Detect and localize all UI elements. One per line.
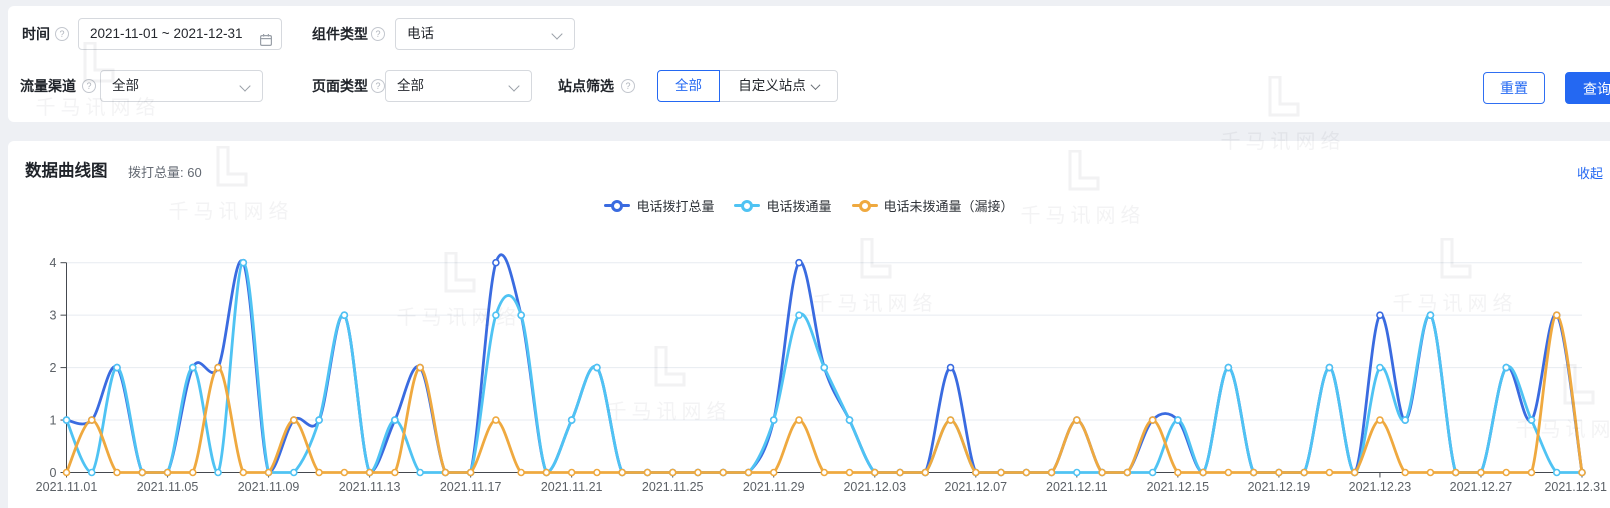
chevron-down-icon <box>239 80 251 92</box>
page-type-help-icon[interactable] <box>371 79 385 93</box>
legend-label: 电话拨通量 <box>766 199 832 214</box>
svg-text:2021.12.11: 2021.12.11 <box>1046 480 1108 494</box>
site-filter-all-option[interactable]: 全部 <box>657 70 720 102</box>
chevron-down-icon <box>508 80 520 92</box>
site-filter-segmented: 全部 自定义站点 <box>657 70 838 102</box>
legend-label: 电话拨打总量 <box>636 199 715 214</box>
date-range-value: 2021-11-01 ~ 2021-12-31 <box>90 26 243 41</box>
svg-text:4: 4 <box>50 256 57 270</box>
svg-text:1: 1 <box>50 414 57 428</box>
data-curve-card: 数据曲线图 拨打总量: 60 收起 电话拨打总量 电话拨通量 电话未拨通量（漏接… <box>8 141 1610 508</box>
traffic-channel-help-icon[interactable] <box>82 79 96 93</box>
svg-text:2021.11.17: 2021.11.17 <box>440 480 502 494</box>
line-marker-icon <box>734 199 761 212</box>
svg-text:2021.12.03: 2021.12.03 <box>843 480 906 494</box>
svg-text:2021.12.07: 2021.12.07 <box>945 480 1008 494</box>
svg-text:2: 2 <box>50 361 57 375</box>
svg-text:0: 0 <box>50 466 57 480</box>
component-type-value: 电话 <box>407 26 434 41</box>
site-filter-help-icon[interactable] <box>621 79 635 93</box>
svg-text:3: 3 <box>50 309 57 323</box>
component-type-help-icon[interactable] <box>371 27 385 41</box>
line-marker-icon <box>604 199 631 212</box>
page-type-value: 全部 <box>397 78 424 93</box>
site-filter-label: 站点筛选 <box>558 78 614 94</box>
time-filter-label: 时间 <box>22 26 50 42</box>
line-chart-plot[interactable]: 0 1 2 3 4 2021.11.01 2021.11.05 2021.11.09 2021.… <box>0 230 1610 508</box>
site-filter-custom-label: 自定义站点 <box>738 78 806 93</box>
line-marker-icon <box>851 199 878 212</box>
query-button[interactable]: 查询 <box>1565 72 1610 104</box>
svg-text:2021.12.23: 2021.12.23 <box>1349 480 1412 494</box>
chevron-down-icon <box>810 80 821 91</box>
traffic-channel-select[interactable]: 全部 <box>100 70 263 102</box>
legend-label: 电话未拨通量（漏接） <box>883 199 1014 214</box>
component-type-label: 组件类型 <box>312 26 368 42</box>
svg-text:2021.11.29: 2021.11.29 <box>743 480 805 494</box>
svg-text:2021.11.21: 2021.11.21 <box>541 480 603 494</box>
traffic-channel-label: 流量渠道 <box>20 78 76 94</box>
page-type-label: 页面类型 <box>312 78 368 94</box>
chart-legend: 电话拨打总量 电话拨通量 电话未拨通量（漏接） <box>8 196 1610 215</box>
svg-text:2021.11.25: 2021.11.25 <box>642 480 704 494</box>
svg-text:2021.12.15: 2021.12.15 <box>1147 480 1210 494</box>
site-filter-custom-option[interactable]: 自定义站点 <box>720 70 838 102</box>
svg-text:2021.12.19: 2021.12.19 <box>1248 480 1311 494</box>
collapse-link[interactable]: 收起 <box>1577 163 1603 182</box>
svg-text:2021.11.01: 2021.11.01 <box>36 480 98 494</box>
svg-text:2021.11.05: 2021.11.05 <box>137 480 199 494</box>
filter-panel: 时间 2021-11-01 ~ 2021-12-31 组件类型 电话 流量渠道 … <box>8 6 1610 122</box>
legend-item-total-calls[interactable]: 电话拨打总量 <box>604 196 714 215</box>
svg-text:2021.11.13: 2021.11.13 <box>339 480 401 494</box>
svg-text:2021.11.09: 2021.11.09 <box>238 480 300 494</box>
component-type-select[interactable]: 电话 <box>395 18 575 50</box>
chart-total-calls: 拨打总量: 60 <box>128 165 202 180</box>
time-help-icon[interactable] <box>55 27 69 41</box>
dashboard-page: { "colors": { "primary": "#2468f2", "axi… <box>0 0 1610 508</box>
svg-text:2021.12.31: 2021.12.31 <box>1544 480 1607 494</box>
calendar-icon[interactable] <box>259 28 273 58</box>
date-range-input[interactable]: 2021-11-01 ~ 2021-12-31 <box>78 18 282 50</box>
traffic-channel-value: 全部 <box>112 78 139 93</box>
reset-button[interactable]: 重置 <box>1483 72 1545 104</box>
page-type-select[interactable]: 全部 <box>385 70 532 102</box>
legend-item-missed-calls[interactable]: 电话未拨通量（漏接） <box>851 196 1014 215</box>
chart-title: 数据曲线图 <box>25 162 108 180</box>
chevron-down-icon <box>551 28 563 40</box>
legend-item-connected-calls[interactable]: 电话拨通量 <box>734 196 832 215</box>
svg-text:2021.12.27: 2021.12.27 <box>1450 480 1513 494</box>
